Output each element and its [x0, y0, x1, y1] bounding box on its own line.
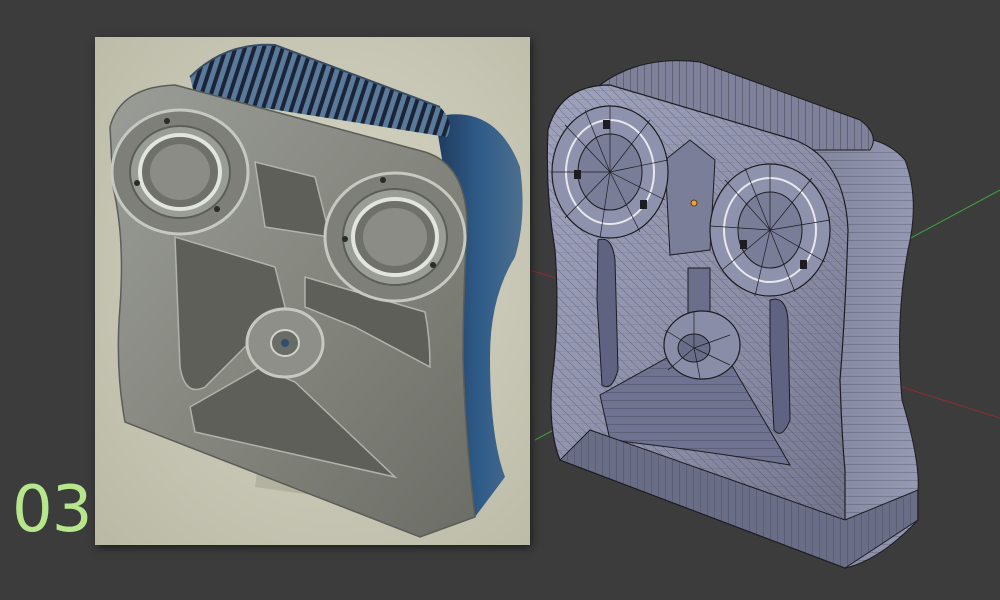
wireframe-model[interactable]	[546, 60, 919, 570]
render-preview	[95, 37, 530, 545]
right-lens-icon[interactable]	[709, 163, 831, 297]
model-right-slot	[769, 298, 791, 434]
render-left-lens-icon	[110, 108, 250, 236]
origin-dot-icon	[690, 199, 698, 207]
step-number: 03	[12, 473, 92, 547]
render-hub-icon	[245, 307, 325, 379]
center-hub-icon[interactable]	[663, 310, 741, 380]
model-center-bracket	[664, 139, 716, 256]
left-lens-icon[interactable]	[551, 105, 669, 239]
render-canvas	[95, 37, 530, 545]
tutorial-step-image: 03	[0, 0, 1000, 600]
render-right-lens-icon	[323, 171, 467, 303]
